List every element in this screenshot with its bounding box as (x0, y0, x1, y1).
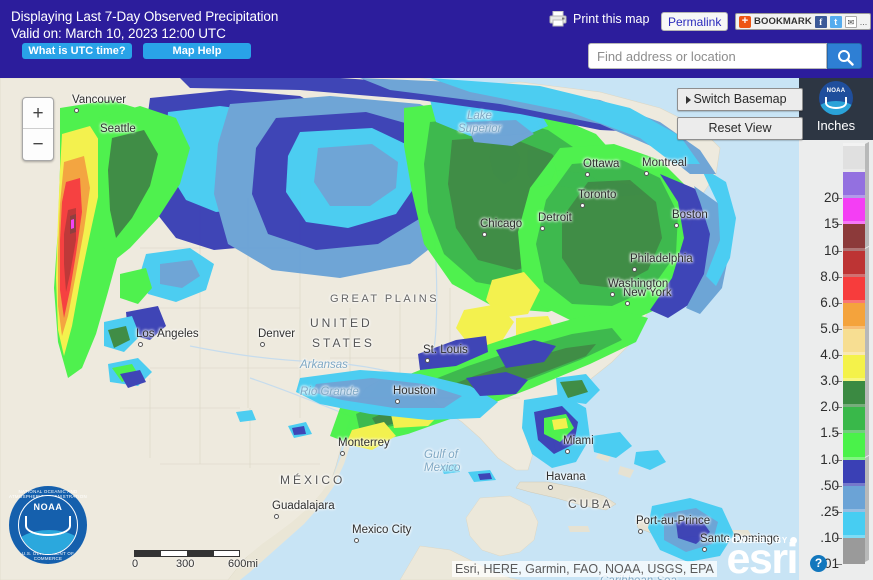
zoom-in-button[interactable]: + (23, 98, 53, 129)
city-marker-icon (585, 172, 590, 177)
city-marker-icon (482, 232, 487, 237)
legend-panel: 20 15 10 8.0 6.0 5.0 4.0 3.0 2.0 1.5 1.0.50.25.10.… (799, 140, 873, 580)
search-icon (838, 50, 854, 66)
scale-label-end: 600mi (228, 558, 258, 570)
legend-value-label: 20 (823, 190, 839, 206)
search-input[interactable] (589, 44, 826, 68)
city-marker-icon (395, 399, 400, 404)
page-header: Displaying Last 7-Day Observed Precipita… (0, 0, 873, 78)
legend-value-label: 1.5 (820, 425, 839, 441)
what-is-utc-button[interactable]: What is UTC time? (22, 43, 132, 59)
scale-label-mid: 300 (176, 558, 195, 570)
valid-time-text: Valid on: March 10, 2023 12:00 UTC (11, 26, 226, 41)
legend-value-label: 10 (823, 242, 839, 258)
city-marker-icon (625, 301, 630, 306)
legend-units-label: Inches (816, 118, 856, 133)
seagull-icon (25, 516, 71, 536)
map-viewport[interactable]: Vancouver Seattle Los Angeles Denver Chicago… (0, 78, 873, 580)
page-title: Displaying Last 7-Day Observed Precipita… (11, 9, 279, 24)
noaa-logo-icon: NOAA (819, 81, 853, 115)
print-this-map-button[interactable]: Print this map (549, 11, 649, 27)
bookmark-label: BOOKMARK (754, 16, 812, 27)
facebook-icon[interactable]: f (814, 15, 827, 28)
map-attribution[interactable]: Esri, HERE, Garmin, FAO, NOAA, USGS, EPA (452, 561, 717, 577)
esri-logo: POWERED BY esri (725, 535, 798, 580)
search-button[interactable] (827, 43, 862, 69)
city-marker-icon (354, 538, 359, 543)
scale-label-0: 0 (132, 558, 139, 570)
switch-basemap-label: Switch Basemap (693, 92, 787, 106)
search-box[interactable] (588, 43, 827, 69)
esri-wordmark: esri (726, 535, 798, 580)
legend-color-bar (843, 142, 865, 564)
city-marker-icon (632, 267, 637, 272)
zoom-out-button[interactable]: − (23, 129, 53, 160)
city-marker-icon (674, 223, 679, 228)
triangle-right-icon (686, 96, 691, 104)
city-marker-icon (702, 547, 707, 552)
legend-value-label: 3.0 (820, 373, 839, 389)
legend-value-label: .25 (820, 503, 839, 519)
city-marker-icon (260, 342, 265, 347)
legend-value-label: 1.0 (820, 451, 839, 467)
reset-view-button[interactable]: Reset View (677, 117, 803, 140)
city-marker-icon (565, 449, 570, 454)
city-marker-icon (548, 485, 553, 490)
legend-help-button[interactable]: ? (810, 555, 827, 572)
printer-icon (549, 11, 568, 27)
legend-value-label: 6.0 (820, 294, 839, 310)
map-canvas (0, 78, 873, 580)
city-marker-icon (580, 203, 585, 208)
city-marker-icon (425, 358, 430, 363)
legend-swatch (843, 534, 865, 564)
city-marker-icon (610, 292, 615, 297)
legend-value-label: .10 (820, 529, 839, 545)
email-icon[interactable]: ✉ (844, 15, 857, 28)
legend-value-label: 8.0 (820, 268, 839, 284)
zoom-controls[interactable]: + − (22, 97, 54, 161)
city-marker-icon (274, 514, 279, 519)
city-marker-icon (540, 226, 545, 231)
scale-bar-graphic (134, 550, 240, 557)
legend-header: NOAA Inches (799, 78, 873, 140)
switch-basemap-button[interactable]: Switch Basemap (677, 88, 803, 111)
twitter-icon[interactable]: t (829, 15, 842, 28)
bookmark-bar[interactable]: + BOOKMARK f t ✉ ... (735, 13, 872, 30)
precipitation-map-app: Displaying Last 7-Day Observed Precipita… (0, 0, 873, 580)
city-marker-icon (138, 342, 143, 347)
scale-bar-labels: 0 300 600mi (132, 558, 258, 571)
scale-bar: 0 300 600mi (132, 550, 258, 571)
print-label: Print this map (573, 12, 650, 26)
city-marker-icon (340, 451, 345, 456)
legend-value-label: 2.0 (820, 399, 839, 415)
legend-value-label: 5.0 (820, 320, 839, 336)
permalink-button[interactable]: Permalink (661, 12, 729, 31)
legend-value-label: 15 (823, 216, 839, 232)
city-marker-icon (74, 108, 79, 113)
city-marker-icon (638, 529, 643, 534)
bookmark-plus-icon[interactable]: + (739, 15, 751, 28)
city-marker-icon (644, 171, 649, 176)
seal-noaa-text: NOAA (33, 502, 63, 512)
legend-value-label: 4.0 (820, 347, 839, 362)
map-help-button[interactable]: Map Help (143, 43, 251, 59)
legend-value-label: .50 (820, 477, 839, 493)
more-share-icon[interactable]: ... (860, 17, 868, 27)
noaa-seal-logo: NATIONAL OCEANIC AND ATMOSPHERIC ADMINIS… (9, 486, 87, 564)
noaa-logo-text: NOAA (826, 88, 846, 94)
noaa-seagull-icon (825, 97, 847, 109)
